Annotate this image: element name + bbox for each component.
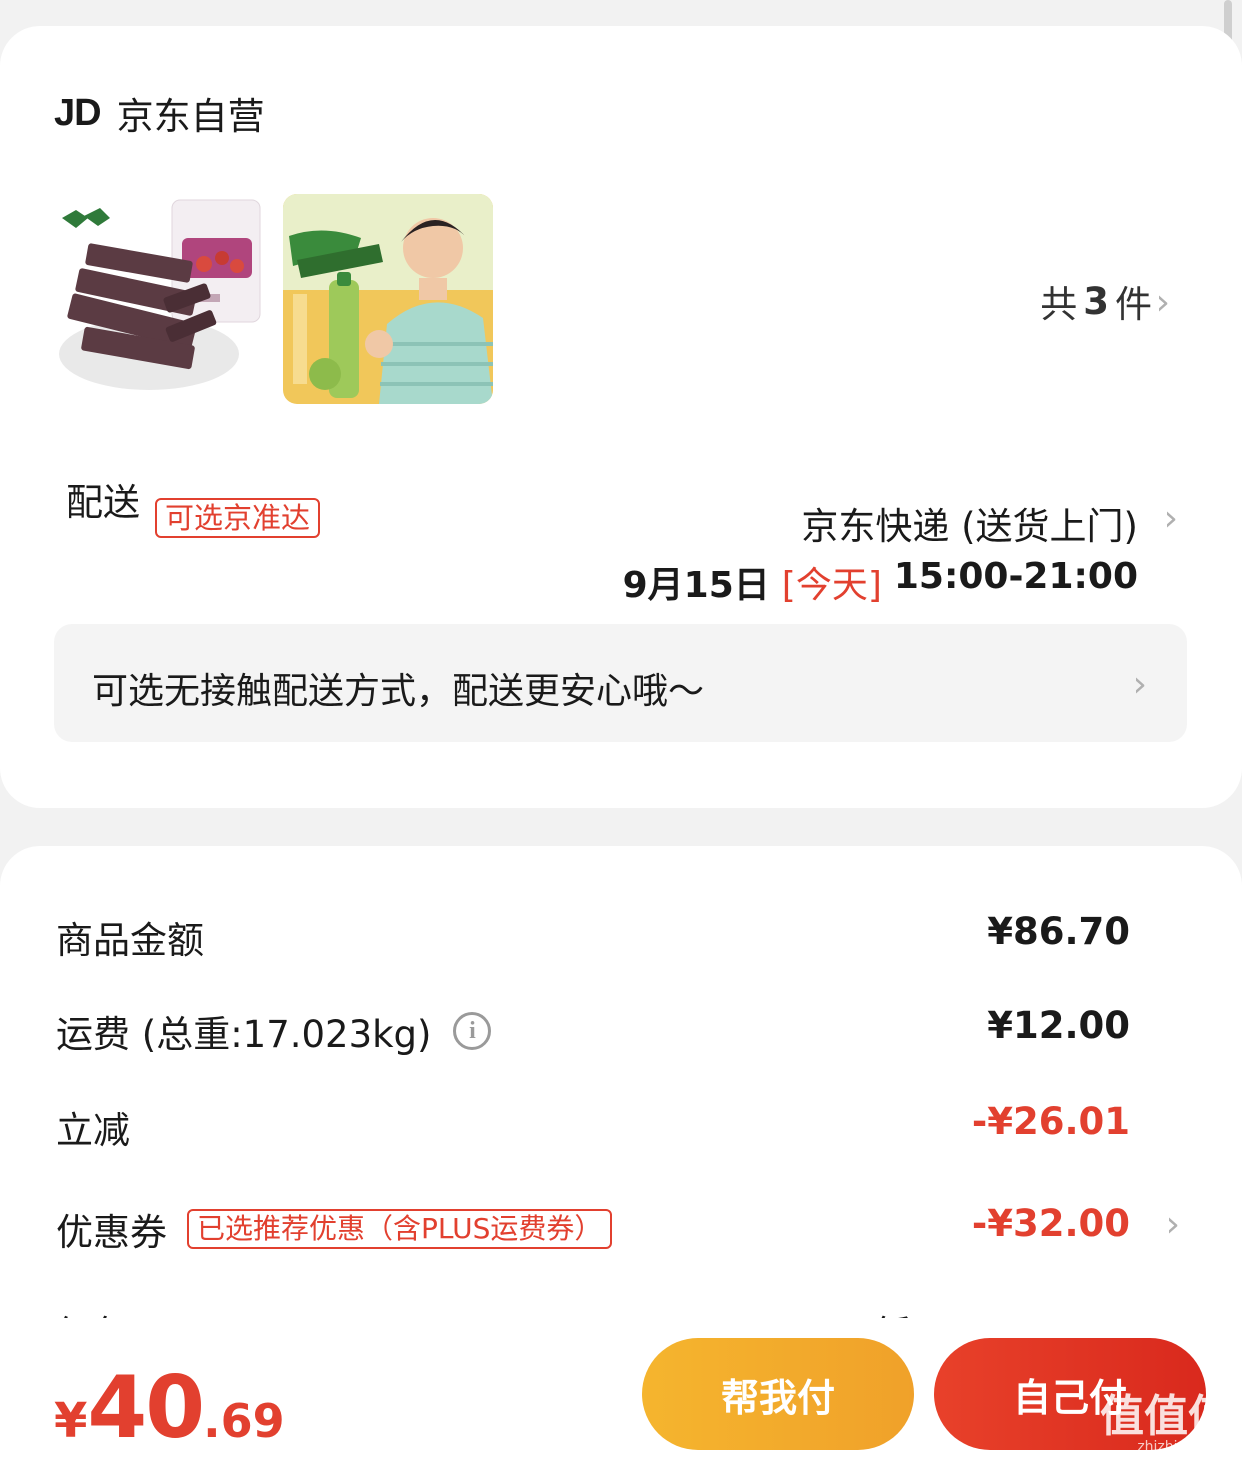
chevron-right-icon[interactable]: › [1166,1204,1180,1245]
coupon-label-wrap: 优惠券 已选推荐优惠（含PLUS运费券） [56,1202,613,1256]
item-count-prefix: 共 [1040,283,1078,326]
goods-amount-row: 商品金额 ¥86.70 [0,904,1242,964]
total-price: ¥ 40 .69 [54,1358,285,1458]
shipping-fee-value: ¥12.00 [987,1004,1130,1047]
coupon-row[interactable]: 优惠券 已选推荐优惠（含PLUS运费券） -¥32.00 › [0,1196,1242,1256]
coupon-tag: 已选推荐优惠（含PLUS运费券） [187,1209,613,1249]
delivery-today: [今天] [781,565,882,606]
product-thumbnail-1[interactable] [54,194,264,404]
watermark-url: zhizhizhi.com [1137,1439,1232,1455]
delivery-date: 9月15日 [622,565,770,606]
discount-value: -¥26.01 [971,1100,1130,1143]
info-icon[interactable]: i [453,1012,492,1050]
store-name: 京东自营 [116,95,265,138]
shipping-fee-label-wrap: 运费 (总重:17.023kg) i [56,1004,492,1058]
coupon-value: -¥32.00 [971,1202,1130,1245]
help-me-pay-button[interactable]: 帮我付 [642,1338,914,1450]
total-decimal: .69 [203,1394,285,1448]
product-image-green-tea [283,194,493,404]
red-packet-row-partial[interactable]: 红包 暂无可用 [56,1300,1186,1320]
shipping-fee-row: 运费 (总重:17.023kg) i ¥12.00 [0,998,1242,1058]
store-header: JD 京东自营 [54,88,265,139]
chevron-right-icon[interactable]: › [1164,498,1178,539]
delivery-time: 9月15日 [今天] 15:00-21:00 [623,556,1138,608]
contactless-delivery-option[interactable]: 可选无接触配送方式，配送更安心哦～ › [54,624,1187,742]
total-currency: ¥ [54,1393,88,1449]
product-thumbnail-2[interactable] [283,194,493,404]
delivery-option-tag[interactable]: 可选京准达 [155,498,321,538]
goods-amount-label: 商品金额 [56,919,204,962]
item-count-number: 3 [1083,279,1109,323]
watermark-logo: 值值值 [1100,1391,1232,1442]
checkout-bar: ¥ 40 .69 帮我付 自己付 值值值 zhizhizhi.com [0,1318,1242,1469]
jd-logo: JD [54,91,102,134]
shipping-fee-label: 运费 (总重:17.023kg) [56,1013,432,1056]
coupon-label: 优惠券 [56,1211,167,1254]
chevron-right-icon[interactable]: › [1156,282,1170,323]
discount-label: 立减 [56,1109,130,1152]
total-integer: 40 [87,1358,205,1458]
store-card: JD 京东自营 共 3 件 › 配送 可选京准达 京东快递 (送货上门) › 9… [0,26,1242,808]
watermark: 值值值 zhizhizhi.com [1100,1391,1232,1456]
delivery-carrier[interactable]: 京东快递 (送货上门) [801,496,1138,550]
item-count-suffix: 件 [1115,283,1152,326]
discount-row: 立减 -¥26.01 [0,1094,1242,1154]
product-image-hawthorn-bars [54,194,264,404]
chevron-right-icon: › [1132,664,1147,705]
item-count[interactable]: 共 3 件 [1040,274,1152,328]
goods-amount-value: ¥86.70 [987,910,1130,953]
contactless-text: 可选无接触配送方式，配送更安心哦～ [92,671,705,712]
delivery-label: 配送 [66,481,140,524]
delivery-window: 15:00-21:00 [893,556,1138,597]
